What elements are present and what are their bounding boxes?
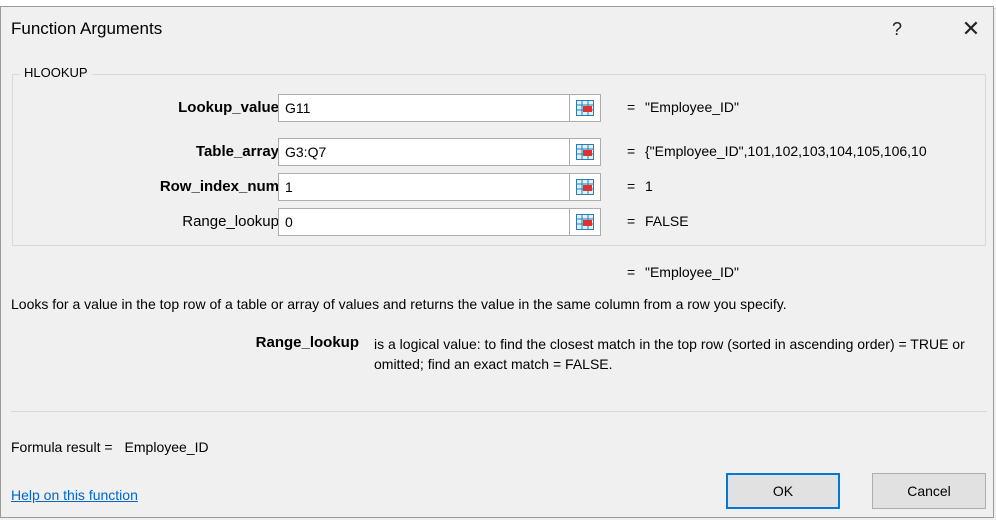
selected-argument-description: is a logical value: to find the closest … [374, 336, 965, 372]
cancel-button[interactable]: Cancel [872, 473, 986, 509]
argument-label: Row_index_num [159, 178, 279, 195]
lookup-value-input[interactable]: G11 [278, 94, 570, 122]
argument-result: = {"Employee_ID",101,102,103,104,105,106,… [627, 143, 927, 159]
title-bar: Function Arguments ? ✕ [1, 7, 993, 49]
argument-result: = "Employee_ID" [627, 99, 739, 115]
row-index-num-input[interactable]: 1 [278, 173, 570, 201]
collapse-dialog-icon[interactable] [570, 173, 601, 201]
divider [11, 411, 987, 412]
function-description: Looks for a value in the top row of a ta… [11, 296, 787, 312]
overall-result: = "Employee_ID" [627, 264, 739, 280]
argument-row-row-index-num: Row_index_num 1 = 1 [1, 173, 995, 201]
collapse-dialog-icon[interactable] [570, 138, 601, 166]
selected-argument-name: Range_lookup [255, 334, 359, 351]
argument-label: Table_array [195, 143, 279, 160]
range-lookup-input[interactable]: 0 [278, 208, 570, 236]
help-button[interactable]: ? [877, 15, 917, 43]
collapse-dialog-icon[interactable] [570, 94, 601, 122]
ok-button[interactable]: OK [726, 473, 840, 509]
argument-label: Lookup_value [178, 99, 279, 116]
argument-row-range-lookup: Range_lookup 0 = FALSE [1, 208, 995, 236]
table-array-input[interactable]: G3:Q7 [278, 138, 570, 166]
argument-label: Range_lookup [182, 213, 279, 230]
argument-result: = FALSE [627, 213, 689, 229]
close-icon[interactable]: ✕ [951, 15, 991, 43]
argument-row-table-array: Table_array G3:Q7 = {"Employee_ID",101,10… [1, 138, 995, 166]
help-on-function-link[interactable]: Help on this function [11, 487, 138, 503]
collapse-dialog-icon[interactable] [570, 208, 601, 236]
function-arguments-dialog: Function Arguments ? ✕ HLOOKUP Lookup_va… [0, 6, 994, 518]
argument-row-lookup-value: Lookup_value G11 = "Employee_ID" [1, 94, 995, 122]
function-name-legend: HLOOKUP [20, 65, 92, 80]
dialog-title: Function Arguments [11, 19, 163, 38]
formula-result: Formula result = Employee_ID [11, 439, 209, 455]
argument-result: = 1 [627, 178, 653, 194]
